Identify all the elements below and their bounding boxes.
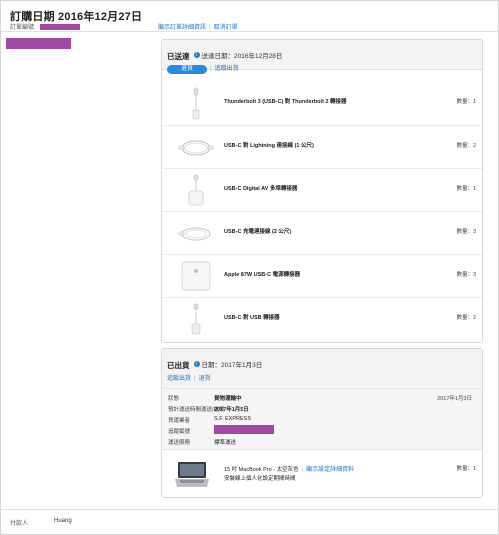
tracking-number-redaction[interactable] <box>214 425 274 434</box>
list-item: USB-C 對 USB 轉接器 數量：2 <box>162 297 482 340</box>
multiport-adapter-icon <box>188 174 204 206</box>
payer-name: Huang <box>54 518 72 524</box>
list-item: 15 吋 MacBook Pro - 太空灰色 | 顯示設定詳細資料 安裝線上個人化… <box>162 453 482 497</box>
order-header: 訂購日期 2016年12月27日 訂單編號: 顯示訂單詳細資訊 | 取消訂單 <box>10 8 490 31</box>
detail-value: 標準運送 <box>214 440 237 446</box>
item-quantity: 數量：3 <box>456 272 476 278</box>
show-config-link[interactable]: 顯示設定詳細資料 <box>306 467 354 473</box>
item-quantity: 數量：2 <box>456 143 476 149</box>
return-link[interactable]: 退貨 <box>199 376 211 382</box>
link-separator: | <box>210 66 212 72</box>
header-links: 顯示訂單詳細資訊 | 取消訂單 <box>158 22 238 31</box>
return-button[interactable]: 退貨 <box>167 65 207 74</box>
info-icon[interactable]: i <box>193 360 200 367</box>
order-page: 訂購日期 2016年12月27日 訂單編號: 顯示訂單詳細資訊 | 取消訂單 已送達… <box>0 0 499 535</box>
order-number-redaction <box>40 24 81 31</box>
item-name: Thunderbolt 3 (USB-C) 對 Thunderbolt 2 轉接… <box>224 99 347 105</box>
list-item: USB-C Digital AV 多埠轉接器 數量：1 <box>162 168 482 211</box>
list-item: Apple 87W USB-C 電源轉接器 數量：3 <box>162 254 482 297</box>
product-name: 15 吋 MacBook Pro - 太空灰色 <box>224 467 299 473</box>
item-name: USB-C Digital AV 多埠轉接器 <box>224 186 298 192</box>
item-quantity: 數量：1 <box>456 99 476 105</box>
shipment-date: 日期：2017年1月3日 <box>201 361 263 369</box>
detail-value: S.F. EXPRESS <box>214 416 251 422</box>
cable-coil-icon <box>178 140 214 156</box>
payer-label: 付款人 <box>10 521 29 527</box>
track-shipment-link[interactable]: 追蹤出貨 <box>215 66 239 72</box>
thunderbolt-adapter-icon <box>192 87 200 120</box>
item-name: 15 吋 MacBook Pro - 太空灰色 | 顯示設定詳細資料 <box>224 464 354 473</box>
order-date-title: 訂購日期 2016年12月27日 <box>10 11 143 23</box>
item-quantity: 數量：1 <box>456 466 476 472</box>
charge-cable-icon <box>178 227 211 241</box>
delivered-shipment-panel: 已送達 i 送達日期：2016年12月28日 退貨 | 追蹤出貨 Thunderbolt… <box>161 39 483 343</box>
detail-value: 貨物運輸中 <box>214 396 242 402</box>
item-name: USB-C 對 Lightning 連接線 (1 公尺) <box>224 143 314 149</box>
item-name: USB-C 充電連接線 (2 公尺) <box>224 229 292 235</box>
power-adapter-icon <box>181 261 211 291</box>
list-item: USB-C 充電連接線 (2 公尺) 數量：3 <box>162 211 482 254</box>
item-quantity: 數量：1 <box>456 186 476 192</box>
shipment-details: 狀態 貨物運輸中 2017年1月3日 預計運送時間運送/送貨 2017年1月5日… <box>162 388 482 450</box>
item-name: USB-C 對 USB 轉接器 <box>224 315 280 321</box>
track-shipment-link[interactable]: 追蹤出貨 <box>167 376 191 382</box>
detail-label: 運送服務 <box>168 440 191 446</box>
footer: 付款人 Huang <box>1 509 498 527</box>
shipped-shipment-panel: 已出貨 i 日期：2017年1月3日 追蹤出貨 | 退貨 狀態 貨物運輸中 2017年1… <box>161 348 483 498</box>
delivered-shipment-header: 已送達 i 送達日期：2016年12月28日 退貨 | 追蹤出貨 <box>162 40 482 74</box>
address-redaction <box>6 38 71 49</box>
status-date: 2017年1月3日 <box>437 396 472 402</box>
list-item: USB-C 對 Lightning 連接線 (1 公尺) 數量：2 <box>162 125 482 168</box>
link-separator: | <box>194 376 196 382</box>
order-number: 訂單編號: <box>10 22 81 31</box>
item-quantity: 數量：2 <box>456 315 476 321</box>
detail-value: 2017年1月5日 <box>214 407 249 413</box>
item-quantity: 數量：3 <box>456 229 476 235</box>
detail-label: 貨運業者 <box>168 418 191 424</box>
usb-adapter-icon <box>191 303 201 335</box>
header-divider <box>1 31 498 32</box>
detail-label: 狀態 <box>168 396 180 402</box>
item-name: Apple 87W USB-C 電源轉接器 <box>224 272 301 278</box>
install-personalization-link[interactable]: 安裝線上個人化設定期間時間 <box>224 474 296 482</box>
macbook-pro-icon <box>175 462 209 487</box>
detail-label: 追蹤編號 <box>168 429 191 435</box>
list-item: Thunderbolt 3 (USB-C) 對 Thunderbolt 2 轉接… <box>162 82 482 125</box>
link-separator: | <box>301 467 304 473</box>
shipped-shipment-header: 已出貨 i 日期：2017年1月3日 追蹤出貨 | 退貨 <box>162 349 482 388</box>
